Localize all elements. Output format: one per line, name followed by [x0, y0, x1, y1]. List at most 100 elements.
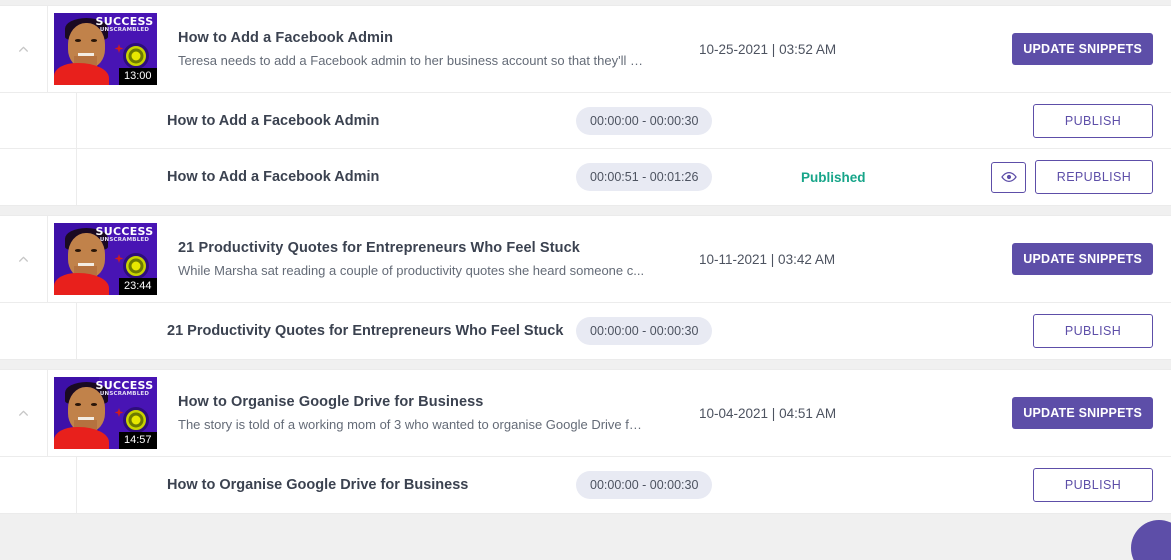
snippet-action-button[interactable]: PUBLISH — [1033, 103, 1153, 138]
collapse-toggle[interactable] — [0, 6, 48, 92]
chevron-up-icon — [17, 253, 30, 266]
snippet-row: How to Add a Facebook Admin 00:00:51 - 00… — [0, 149, 1171, 205]
status-badge: Published — [801, 169, 866, 185]
thumbnail-brand: SUCCESS UNSCRAMBLED — [96, 226, 154, 244]
snippet-title-cell: How to Add a Facebook Admin — [77, 93, 576, 148]
video-meta-cell: How to Add a Facebook Admin Teresa needs … — [160, 6, 699, 92]
video-description: The story is told of a working mom of 3 … — [178, 417, 648, 432]
update-snippets-button[interactable]: UPDATE SNIPPETS — [1012, 33, 1153, 65]
video-action-cell: UPDATE SNIPPETS — [999, 370, 1171, 456]
snippet-gutter — [0, 149, 77, 205]
video-thumbnail[interactable]: SUCCESS UNSCRAMBLED 13:00 — [53, 13, 157, 85]
thumbnail-cell: SUCCESS UNSCRAMBLED 14:57 — [48, 370, 160, 456]
snippet-action-cell: PUBLISH — [991, 93, 1171, 148]
snippet-action-button[interactable]: PUBLISH — [1033, 468, 1153, 502]
snippet-title-cell: 21 Productivity Quotes for Entrepreneurs… — [77, 303, 576, 359]
snippet-row: How to Add a Facebook Admin 00:00:00 - 00… — [0, 93, 1171, 149]
video-date: 10-25-2021 | 03:52 AM — [699, 41, 837, 57]
video-title: How to Organise Google Drive for Busines… — [178, 394, 484, 410]
snippet-title-cell: How to Add a Facebook Admin — [77, 149, 576, 205]
video-thumbnail[interactable]: SUCCESS UNSCRAMBLED 14:57 — [53, 377, 157, 449]
video-date: 10-11-2021 | 03:42 AM — [699, 251, 836, 267]
snippet-status-cell — [801, 93, 991, 148]
video-summary-row: SUCCESS UNSCRAMBLED 13:00 How to Add a Face… — [0, 6, 1171, 93]
update-snippets-button[interactable]: UPDATE SNIPPETS — [1012, 243, 1153, 275]
thumbnail-brand-line2: UNSCRAMBLED — [99, 27, 150, 33]
snippet-title-cell: How to Organise Google Drive for Busines… — [77, 457, 576, 513]
snippet-title: How to Organise Google Drive for Busines… — [167, 477, 469, 493]
thumbnail-target-icon — [122, 407, 149, 433]
video-card: SUCCESS UNSCRAMBLED 13:00 How to Add a Face… — [0, 5, 1171, 206]
video-snippets-list: SUCCESS UNSCRAMBLED 13:00 How to Add a Face… — [0, 0, 1171, 560]
chevron-up-icon — [17, 407, 30, 420]
thumbnail-brand: SUCCESS UNSCRAMBLED — [96, 380, 154, 398]
video-action-cell: UPDATE SNIPPETS — [999, 6, 1171, 92]
thumbnail-brand-line1: SUCCESS — [95, 225, 154, 238]
video-action-cell: UPDATE SNIPPETS — [999, 216, 1171, 302]
thumbnail-target-icon — [122, 253, 149, 279]
thumbnail-brand-line1: SUCCESS — [95, 379, 154, 392]
video-meta-cell: How to Organise Google Drive for Busines… — [160, 370, 699, 456]
video-title: 21 Productivity Quotes for Entrepreneurs… — [178, 240, 580, 256]
snippet-title: How to Add a Facebook Admin — [167, 112, 380, 129]
thumbnail-portrait-eye-right — [90, 248, 97, 252]
video-date: 10-04-2021 | 04:51 AM — [699, 405, 837, 421]
thumbnail-target-icon — [122, 43, 149, 69]
snippet-time-cell: 00:00:00 - 00:00:30 — [576, 303, 801, 359]
snippet-time-cell: 00:00:51 - 00:01:26 — [576, 149, 801, 205]
snippet-time-range-chip: 00:00:51 - 00:01:26 — [576, 163, 713, 191]
video-date-cell: 10-11-2021 | 03:42 AM — [699, 216, 999, 302]
thumbnail-brand-line2: UNSCRAMBLED — [99, 391, 150, 397]
update-snippets-button[interactable]: UPDATE SNIPPETS — [1012, 397, 1153, 429]
thumbnail-cell: SUCCESS UNSCRAMBLED 13:00 — [48, 6, 160, 92]
snippet-gutter — [0, 457, 77, 513]
thumbnail-brand-line2: UNSCRAMBLED — [99, 237, 150, 243]
video-duration-badge: 14:57 — [118, 431, 157, 449]
snippet-row: How to Organise Google Drive for Busines… — [0, 457, 1171, 513]
snippet-status-cell — [801, 303, 991, 359]
video-duration-badge: 23:44 — [118, 277, 157, 295]
snippet-time-range-chip: 00:00:00 - 00:00:30 — [576, 106, 713, 135]
snippet-status-cell — [801, 457, 991, 513]
video-description: While Marsha sat reading a couple of pro… — [178, 263, 645, 278]
snippet-time-cell: 00:00:00 - 00:00:30 — [576, 93, 801, 148]
snippet-title: How to Add a Facebook Admin — [167, 169, 380, 185]
preview-snippet-button[interactable] — [991, 161, 1026, 193]
snippet-gutter — [0, 303, 77, 359]
video-summary-row: SUCCESS UNSCRAMBLED 23:44 21 Productivity Q… — [0, 216, 1171, 303]
thumbnail-portrait-eye-left — [75, 402, 82, 406]
collapse-toggle[interactable] — [0, 216, 48, 302]
video-title: How to Add a Facebook Admin — [178, 30, 394, 46]
video-date-cell: 10-25-2021 | 03:52 AM — [699, 6, 999, 92]
snippet-action-button[interactable]: PUBLISH — [1033, 314, 1153, 348]
snippet-action-button[interactable]: REPUBLISH — [1035, 160, 1153, 194]
thumbnail-cell: SUCCESS UNSCRAMBLED 23:44 — [48, 216, 160, 302]
chevron-up-icon — [17, 43, 30, 56]
video-summary-row: SUCCESS UNSCRAMBLED 14:57 How to Organise G… — [0, 370, 1171, 457]
video-card: SUCCESS UNSCRAMBLED 14:57 How to Organise G… — [0, 369, 1171, 514]
snippet-time-cell: 00:00:00 - 00:00:30 — [576, 457, 801, 513]
snippet-action-cell: PUBLISH — [991, 457, 1171, 513]
snippet-status-cell: Published — [801, 149, 991, 205]
snippet-gutter — [0, 93, 77, 148]
video-date-cell: 10-04-2021 | 04:51 AM — [699, 370, 999, 456]
floating-action-button[interactable] — [1131, 520, 1171, 560]
eye-icon — [1000, 169, 1017, 185]
collapse-toggle[interactable] — [0, 370, 48, 456]
thumbnail-brand: SUCCESS UNSCRAMBLED — [96, 16, 154, 34]
thumbnail-brand-line1: SUCCESS — [95, 15, 154, 28]
snippet-row: 21 Productivity Quotes for Entrepreneurs… — [0, 303, 1171, 359]
snippet-title: 21 Productivity Quotes for Entrepreneurs… — [167, 323, 564, 339]
video-thumbnail[interactable]: SUCCESS UNSCRAMBLED 23:44 — [53, 223, 157, 295]
video-card: SUCCESS UNSCRAMBLED 23:44 21 Productivity Q… — [0, 215, 1171, 360]
video-duration-badge: 13:00 — [118, 67, 157, 85]
thumbnail-portrait-eye-right — [90, 402, 97, 406]
snippet-time-range-chip: 00:00:00 - 00:00:30 — [576, 471, 713, 499]
thumbnail-portrait-eye-right — [90, 38, 97, 42]
thumbnail-portrait-eye-left — [75, 38, 82, 42]
video-description: Teresa needs to add a Facebook admin to … — [178, 53, 648, 68]
snippet-action-cell: PUBLISH — [991, 303, 1171, 359]
video-meta-cell: 21 Productivity Quotes for Entrepreneurs… — [160, 216, 699, 302]
snippet-action-cell: REPUBLISH — [991, 149, 1171, 205]
thumbnail-portrait-eye-left — [75, 248, 82, 252]
